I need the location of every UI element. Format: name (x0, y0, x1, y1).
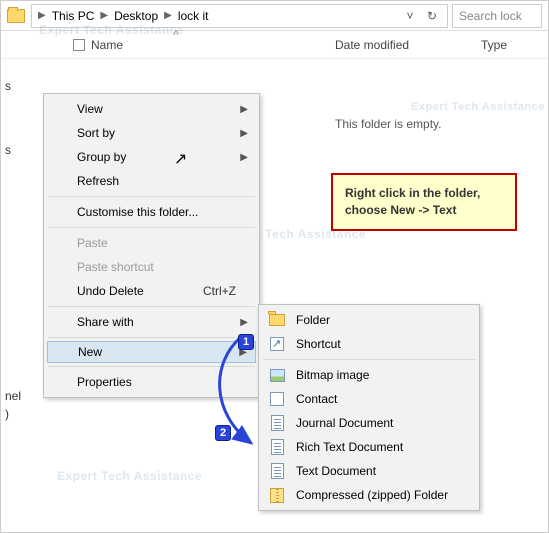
search-input[interactable]: Search lock (452, 4, 542, 28)
watermark: Expert Tech Assistance (411, 101, 545, 113)
document-icon (271, 415, 284, 431)
column-type[interactable]: Type (481, 38, 507, 52)
menu-separator (263, 359, 475, 360)
submenu-arrow-icon: ▶ (240, 317, 248, 328)
new-folder[interactable]: Folder (262, 308, 476, 332)
crumb-this-pc[interactable]: This PC (48, 9, 99, 23)
history-dropdown-icon[interactable]: ˅ (399, 9, 421, 23)
folder-icon (7, 9, 25, 23)
menu-separator (48, 366, 255, 367)
new-contact[interactable]: Contact (262, 387, 476, 411)
shortcut-label: Ctrl+Z (203, 284, 236, 298)
new-bitmap[interactable]: Bitmap image (262, 363, 476, 387)
menu-share-with[interactable]: Share with▶ (47, 310, 256, 334)
menu-customise[interactable]: Customise this folder... (47, 200, 256, 224)
folder-icon (269, 314, 285, 326)
document-icon (271, 463, 284, 479)
zip-icon (270, 488, 284, 503)
crumb-desktop[interactable]: Desktop (110, 9, 162, 23)
callout-badge-1: 1 (238, 334, 254, 350)
cursor-icon: ↖ (174, 149, 187, 169)
new-submenu: Folder Shortcut Bitmap image Contact Jou… (258, 304, 480, 511)
submenu-arrow-icon: ▶ (240, 128, 248, 139)
crumb-lock-it[interactable]: lock it (174, 9, 213, 23)
sort-asc-icon: ˄ (173, 28, 179, 39)
menu-separator (48, 337, 255, 338)
chevron-right-icon[interactable]: ▶ (36, 10, 48, 21)
instruction-callout: Right click in the folder,choose New -> … (331, 173, 517, 231)
new-zip[interactable]: Compressed (zipped) Folder (262, 483, 476, 507)
document-icon (271, 439, 284, 455)
new-shortcut[interactable]: Shortcut (262, 332, 476, 356)
context-menu: View▶ Sort by▶ Group by▶ Refresh Customi… (43, 93, 260, 398)
empty-folder-text: This folder is empty. (335, 117, 441, 131)
address-bar: ▶ This PC ▶ Desktop ▶ lock it ˅ ↻ Search… (1, 1, 548, 31)
menu-view[interactable]: View▶ (47, 97, 256, 121)
menu-sort-by[interactable]: Sort by▶ (47, 121, 256, 145)
menu-paste-shortcut: Paste shortcut (47, 255, 256, 279)
select-all-checkbox[interactable] (73, 39, 85, 51)
menu-properties[interactable]: Properties (47, 370, 256, 394)
column-headers: Name ˄ Date modified Type (1, 31, 548, 59)
refresh-icon[interactable]: ↻ (421, 9, 443, 23)
menu-group-by[interactable]: Group by▶ (47, 145, 256, 169)
submenu-arrow-icon: ▶ (240, 152, 248, 163)
image-icon (270, 369, 285, 382)
chevron-right-icon[interactable]: ▶ (162, 10, 174, 21)
column-date[interactable]: Date modified (335, 38, 409, 52)
column-name[interactable]: Name (91, 38, 123, 52)
menu-undo-delete[interactable]: Undo DeleteCtrl+Z (47, 279, 256, 303)
menu-paste: Paste (47, 231, 256, 255)
menu-separator (48, 196, 255, 197)
menu-separator (48, 306, 255, 307)
shortcut-icon (270, 337, 284, 351)
menu-new[interactable]: New▶ (47, 341, 256, 363)
new-text-document[interactable]: Text Document (262, 459, 476, 483)
new-rtf[interactable]: Rich Text Document (262, 435, 476, 459)
submenu-arrow-icon: ▶ (240, 104, 248, 115)
callout-badge-2: 2 (215, 425, 231, 441)
chevron-right-icon[interactable]: ▶ (98, 10, 110, 21)
contact-icon (270, 392, 284, 406)
nav-pane-edge: s s nel ) (1, 61, 31, 532)
menu-refresh[interactable]: Refresh (47, 169, 256, 193)
menu-separator (48, 227, 255, 228)
breadcrumb[interactable]: ▶ This PC ▶ Desktop ▶ lock it ˅ ↻ (31, 4, 448, 28)
watermark: Expert Tech Assistance (57, 469, 202, 483)
new-journal[interactable]: Journal Document (262, 411, 476, 435)
